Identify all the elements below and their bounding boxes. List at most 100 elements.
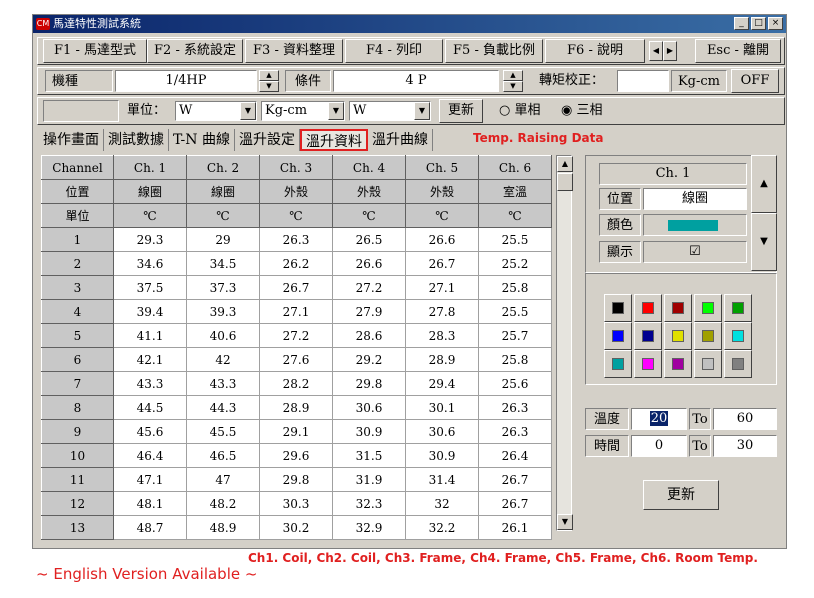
tab-temp-rise-curve[interactable]: 溫升曲線 bbox=[368, 129, 433, 151]
palette-color-button[interactable] bbox=[634, 350, 662, 378]
palette-color-button[interactable] bbox=[724, 294, 752, 322]
table-cell[interactable]: 30.6 bbox=[405, 419, 479, 444]
scroll-left-icon[interactable]: ◀ bbox=[649, 41, 663, 61]
table-cell[interactable]: 26.3 bbox=[259, 227, 333, 252]
scrollbar-thumb[interactable] bbox=[557, 173, 573, 191]
palette-color-button[interactable] bbox=[694, 350, 722, 378]
scroll-right-icon[interactable]: ▶ bbox=[663, 41, 677, 61]
tab-tn-curve[interactable]: T-N 曲線 bbox=[169, 129, 235, 151]
table-cell[interactable]: 27.6 bbox=[259, 347, 333, 372]
table-cell[interactable]: 41.1 bbox=[113, 323, 187, 348]
torque-field[interactable] bbox=[617, 70, 669, 92]
table-cell[interactable]: 27.9 bbox=[332, 299, 406, 324]
table-cell[interactable]: 42.1 bbox=[113, 347, 187, 372]
table-cell[interactable]: 28.6 bbox=[332, 323, 406, 348]
time-to-field[interactable]: 30 bbox=[713, 435, 777, 457]
table-cell[interactable]: 26.7 bbox=[478, 491, 552, 516]
range-update-button[interactable]: 更新 bbox=[643, 480, 719, 510]
table-cell[interactable]: 27.2 bbox=[259, 323, 333, 348]
color-field[interactable] bbox=[643, 214, 747, 236]
table-cell[interactable]: 31.9 bbox=[332, 467, 406, 492]
table-cell[interactable]: 27.8 bbox=[405, 299, 479, 324]
f4-print-button[interactable]: F4 - 列印 bbox=[345, 39, 443, 63]
f1-motor-type-button[interactable]: F1 - 馬達型式 bbox=[43, 39, 147, 63]
scroll-up-icon[interactable]: ▲ bbox=[557, 156, 573, 172]
table-cell[interactable]: 28.2 bbox=[259, 371, 333, 396]
unit-update-button[interactable]: 更新 bbox=[439, 99, 483, 123]
table-cell[interactable]: 43.3 bbox=[113, 371, 187, 396]
table-cell[interactable]: 26.7 bbox=[259, 275, 333, 300]
table-cell[interactable]: 29.8 bbox=[259, 467, 333, 492]
table-cell[interactable]: 47.1 bbox=[113, 467, 187, 492]
f2-system-settings-button[interactable]: F2 - 系統設定 bbox=[147, 39, 243, 63]
palette-color-button[interactable] bbox=[724, 322, 752, 350]
table-cell[interactable]: 42 bbox=[186, 347, 260, 372]
palette-color-button[interactable] bbox=[634, 322, 662, 350]
chevron-down-icon[interactable]: ▼ bbox=[240, 102, 256, 120]
table-cell[interactable]: 34.6 bbox=[113, 251, 187, 276]
table-cell[interactable]: 29.6 bbox=[259, 443, 333, 468]
table-cell[interactable]: 25.5 bbox=[478, 299, 552, 324]
table-cell[interactable]: 48.9 bbox=[186, 515, 260, 540]
table-cell[interactable]: 25.7 bbox=[478, 323, 552, 348]
table-cell[interactable]: 32.3 bbox=[332, 491, 406, 516]
chevron-down-icon[interactable]: ▼ bbox=[328, 102, 344, 120]
table-cell[interactable]: 29.4 bbox=[405, 371, 479, 396]
esc-exit-button[interactable]: Esc - 離開 bbox=[695, 39, 781, 63]
f6-help-button[interactable]: F6 - 說明 bbox=[545, 39, 645, 63]
table-cell[interactable]: 30.9 bbox=[405, 443, 479, 468]
table-cell[interactable]: 28.3 bbox=[405, 323, 479, 348]
condition-spinner[interactable]: ▲ ▼ bbox=[503, 70, 523, 92]
three-phase-radio[interactable]: ◉ 三相 bbox=[561, 100, 603, 122]
table-cell[interactable]: 46.5 bbox=[186, 443, 260, 468]
palette-color-button[interactable] bbox=[604, 322, 632, 350]
spin-up-icon[interactable]: ▲ bbox=[503, 70, 523, 81]
table-cell[interactable]: 25.2 bbox=[478, 251, 552, 276]
table-cell[interactable]: 39.3 bbox=[186, 299, 260, 324]
minimize-button[interactable]: _ bbox=[734, 17, 749, 30]
table-cell[interactable]: 30.6 bbox=[332, 395, 406, 420]
chevron-down-icon[interactable]: ▼ bbox=[414, 102, 430, 120]
unit-select-output[interactable]: W ▼ bbox=[349, 101, 431, 121]
table-cell[interactable]: 31.5 bbox=[332, 443, 406, 468]
table-cell[interactable]: 40.6 bbox=[186, 323, 260, 348]
table-cell[interactable]: 26.4 bbox=[478, 443, 552, 468]
channel-up-icon[interactable]: ▲ bbox=[751, 155, 777, 213]
table-cell[interactable]: 28.9 bbox=[259, 395, 333, 420]
table-scrollbar[interactable]: ▲ ▼ bbox=[556, 155, 573, 531]
table-cell[interactable]: 30.9 bbox=[332, 419, 406, 444]
display-checkbox[interactable]: ☑ bbox=[643, 241, 747, 263]
tab-temp-rise-settings[interactable]: 溫升設定 bbox=[235, 129, 300, 151]
tab-test-data[interactable]: 測試數據 bbox=[104, 129, 169, 151]
table-cell[interactable]: 34.5 bbox=[186, 251, 260, 276]
table-cell[interactable]: 31.4 bbox=[405, 467, 479, 492]
table-cell[interactable]: 25.8 bbox=[478, 275, 552, 300]
tab-operation[interactable]: 操作畫面 bbox=[39, 129, 104, 151]
table-cell[interactable]: 26.2 bbox=[259, 251, 333, 276]
time-from-field[interactable]: 0 bbox=[631, 435, 687, 457]
table-cell[interactable]: 26.5 bbox=[332, 227, 406, 252]
table-cell[interactable]: 45.6 bbox=[113, 419, 187, 444]
table-cell[interactable]: 29.2 bbox=[332, 347, 406, 372]
table-cell[interactable]: 37.5 bbox=[113, 275, 187, 300]
table-cell[interactable]: 46.4 bbox=[113, 443, 187, 468]
f5-load-ratio-button[interactable]: F5 - 負載比例 bbox=[445, 39, 543, 63]
temperature-from-field[interactable]: 20 bbox=[631, 408, 687, 430]
spin-down-icon[interactable]: ▼ bbox=[503, 81, 523, 92]
table-cell[interactable]: 25.5 bbox=[478, 227, 552, 252]
table-cell[interactable]: 26.6 bbox=[332, 251, 406, 276]
maximize-button[interactable]: □ bbox=[751, 17, 766, 30]
model-spinner[interactable]: ▲ ▼ bbox=[259, 70, 279, 92]
unit-select-torque[interactable]: Kg-cm ▼ bbox=[261, 101, 345, 121]
table-cell[interactable]: 47 bbox=[186, 467, 260, 492]
table-cell[interactable]: 39.4 bbox=[113, 299, 187, 324]
table-cell[interactable]: 29.3 bbox=[113, 227, 187, 252]
table-cell[interactable]: 44.5 bbox=[113, 395, 187, 420]
table-cell[interactable]: 30.2 bbox=[259, 515, 333, 540]
spin-up-icon[interactable]: ▲ bbox=[259, 70, 279, 81]
table-cell[interactable]: 27.1 bbox=[405, 275, 479, 300]
palette-color-button[interactable] bbox=[604, 294, 632, 322]
table-cell[interactable]: 26.3 bbox=[478, 419, 552, 444]
table-cell[interactable]: 28.9 bbox=[405, 347, 479, 372]
palette-color-button[interactable] bbox=[664, 322, 692, 350]
